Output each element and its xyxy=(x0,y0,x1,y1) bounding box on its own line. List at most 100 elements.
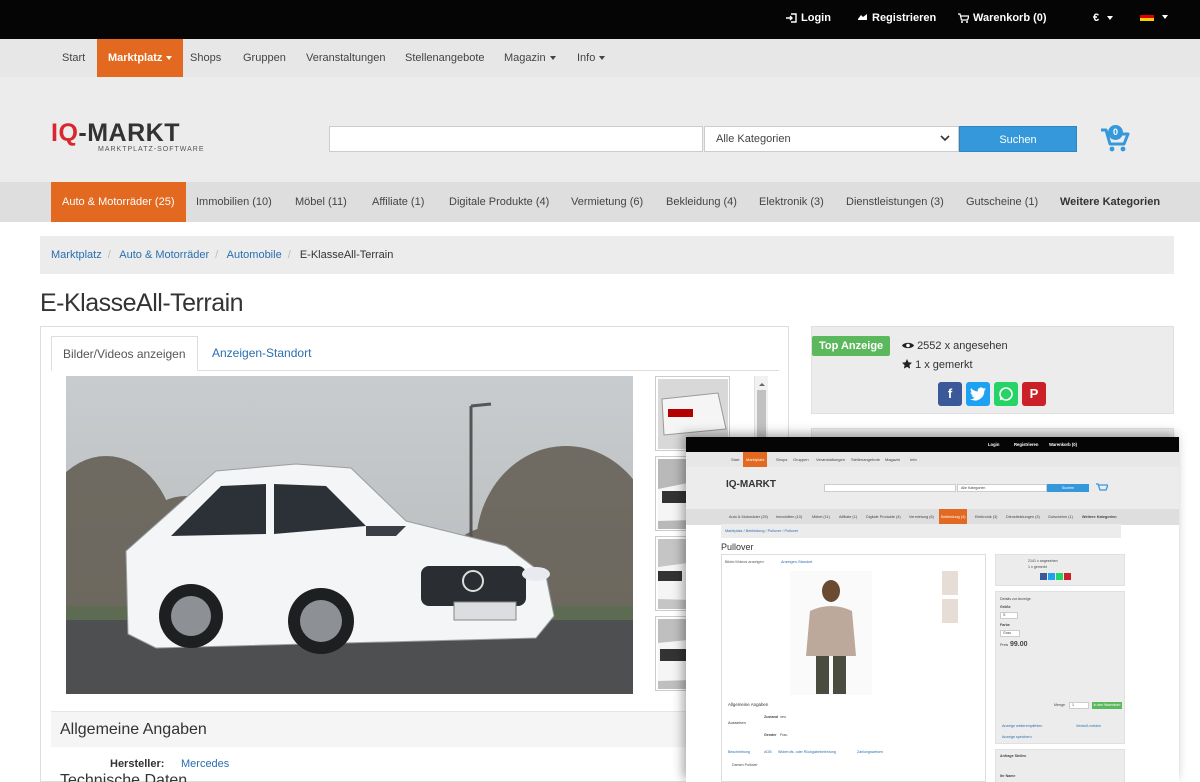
search-button[interactable]: Suchen xyxy=(959,126,1077,152)
category-bar: Auto & Motorräder (25) Immobilien (10) M… xyxy=(0,182,1200,222)
star-icon xyxy=(902,359,912,369)
category-select[interactable]: Alle Kategorien xyxy=(704,126,959,152)
logo[interactable]: IQ-MARKT MARKTPLATZ-SOFTWARE xyxy=(51,121,205,154)
category-more[interactable]: Weitere Kategorien xyxy=(1060,182,1160,222)
saved-stat: 1 x gemerkt xyxy=(902,359,973,371)
inset-category: Elektronik (3) xyxy=(975,515,998,519)
inset-nav-item: Gruppen xyxy=(793,457,809,462)
inset-nav-item-active: Marktplatz xyxy=(743,452,768,467)
nav-item-start[interactable]: Start xyxy=(62,39,85,77)
inset-category-bar: Auto & Motorräder (25) Immobilien (10) M… xyxy=(686,509,1179,525)
inset-stats-panel: 2141 x angesehen 1 x gemerkt xyxy=(995,554,1125,586)
category-digitale-produkte[interactable]: Digitale Produkte (4) xyxy=(449,182,549,222)
inset-title: Pullover xyxy=(721,542,754,552)
tab-location[interactable]: Anzeigen-Standort xyxy=(201,336,322,371)
inset-facebook-icon xyxy=(1040,573,1047,580)
category-auto[interactable]: Auto & Motorräder (25) xyxy=(51,182,186,222)
breadcrumb-marktplatz[interactable]: Marktplatz xyxy=(51,249,102,261)
inset-category: Weitere Kategorien xyxy=(1082,515,1117,519)
inset-whatsapp-icon xyxy=(1056,573,1063,580)
scrollbar-thumb[interactable] xyxy=(757,390,766,440)
inset-search-button: Suchen xyxy=(1047,484,1089,492)
category-elektronik[interactable]: Elektronik (3) xyxy=(759,182,824,222)
top-bar: Login Registrieren Warenkorb (0) € xyxy=(0,0,1200,39)
language-dropdown[interactable] xyxy=(1140,12,1168,21)
nav-item-info[interactable]: Info xyxy=(577,39,606,77)
register-label: Registrieren xyxy=(872,12,937,24)
manufacturer-label: Hersteller: xyxy=(110,758,165,770)
currency-dropdown[interactable]: € xyxy=(1093,12,1114,24)
inset-report-link: Verstoß melden xyxy=(1076,724,1102,728)
category-immobilien[interactable]: Immobilien (10) xyxy=(196,182,272,222)
inset-look-label: Aussehen xyxy=(728,720,746,725)
inset-quantity-input: 1 xyxy=(1069,702,1089,709)
twitter-icon[interactable] xyxy=(966,382,990,406)
inset-views: 2141 x angesehen xyxy=(1028,559,1058,563)
nav-item-marktplatz[interactable]: Marktplatz xyxy=(97,39,184,77)
nav-item-shops[interactable]: Shops xyxy=(190,39,221,77)
tab-images[interactable]: Bilder/Videos anzeigen xyxy=(51,336,198,371)
inset-quantity-label: Menge xyxy=(1054,703,1065,707)
breadcrumb-automobile[interactable]: Automobile xyxy=(227,249,282,261)
inset-thumbnail xyxy=(942,571,958,595)
inset-request-heading: Anfrage Stellen xyxy=(1000,754,1027,758)
breadcrumb: Marktplatz / Auto & Motorräder / Automobil… xyxy=(40,236,1174,274)
inset-name-label: Ihr Name xyxy=(1000,774,1016,778)
breadcrumb-auto[interactable]: Auto & Motorräder xyxy=(119,249,209,261)
top-listing-badge: Top Anzeige xyxy=(812,336,891,356)
facebook-icon[interactable]: f xyxy=(938,382,962,406)
category-vermietung[interactable]: Vermietung (6) xyxy=(571,182,643,222)
inset-gender-label: Gender xyxy=(764,733,777,737)
inset-saved: 1 x gemerkt xyxy=(1028,565,1047,569)
register-icon xyxy=(858,14,867,20)
nav-item-magazin[interactable]: Magazin xyxy=(504,39,556,77)
category-affiliate[interactable]: Affiliate (1) xyxy=(372,182,424,222)
inset-recommend-link: Anzeige weiterempfehlen xyxy=(1002,724,1043,728)
search-input[interactable] xyxy=(329,126,703,152)
views-count: 2552 x angesehen xyxy=(917,340,1008,352)
login-link[interactable]: Login xyxy=(786,12,831,24)
chevron-up-icon[interactable] xyxy=(755,379,769,389)
inset-nav-item: Veranstaltungen xyxy=(816,457,845,462)
nav-item-stellenangebote[interactable]: Stellenangebote xyxy=(405,39,485,77)
category-bekleidung[interactable]: Bekleidung (4) xyxy=(666,182,737,222)
cart-link[interactable]: Warenkorb (0) xyxy=(958,12,1047,24)
inset-description: Damen Pullover xyxy=(732,763,758,767)
inset-thumbnail xyxy=(942,599,958,623)
cart-label: Warenkorb (0) xyxy=(973,12,1047,24)
whatsapp-icon[interactable] xyxy=(994,382,1018,406)
inset-twitter-icon xyxy=(1048,573,1055,580)
nav-item-veranstaltungen[interactable]: Veranstaltungen xyxy=(306,39,386,77)
inset-category-select: Alle Kategorien xyxy=(957,484,1047,492)
nav-item-gruppen[interactable]: Gruppen xyxy=(243,39,286,77)
category-moebel[interactable]: Möbel (11) xyxy=(295,182,347,222)
pinterest-icon[interactable]: P xyxy=(1022,382,1046,406)
inset-breadcrumb: Marktplatz / Bekleidung / Pullover / Pul… xyxy=(721,524,1121,538)
saved-count: 1 x gemerkt xyxy=(915,359,973,371)
register-link[interactable]: Registrieren xyxy=(857,12,936,24)
main-listing-image[interactable] xyxy=(66,376,633,694)
category-gutscheine[interactable]: Gutscheine (1) xyxy=(966,182,1038,222)
inset-screenshot: Login Registrieren Warenkorb (0) Start M… xyxy=(686,437,1179,782)
inset-category: Dienstleistungen (3) xyxy=(1006,515,1040,519)
login-icon xyxy=(786,13,797,23)
inset-add-to-cart: In den Warenkorb xyxy=(1092,702,1122,709)
inset-price: 99.00 xyxy=(1010,641,1028,648)
inset-tab-withdrawal: Widerrufs- oder Rückgabebelehrung xyxy=(778,750,836,754)
inset-product-image xyxy=(790,571,872,695)
chevron-down-icon xyxy=(940,135,950,142)
category-dienstleistungen[interactable]: Dienstleistungen (3) xyxy=(846,182,944,222)
inset-color-label: Farbe xyxy=(1000,623,1010,627)
inset-tab-location: Anzeigen-Standort xyxy=(781,560,813,564)
inset-category-active: Bekleidung (4) xyxy=(939,509,968,525)
inset-tab-images: Bilder/Videos anzeigen xyxy=(725,560,764,564)
manufacturer-value[interactable]: Mercedes xyxy=(181,758,229,770)
inset-category: Affiliate (1) xyxy=(839,515,858,519)
inset-general-heading: Allgemeine Angaben xyxy=(728,702,769,707)
inset-size-select: S xyxy=(1000,612,1018,619)
inset-nav-item: Start xyxy=(731,457,740,462)
inset-category: Auto & Motorräder (25) xyxy=(729,515,768,519)
german-flag-icon xyxy=(1140,12,1154,21)
inset-details-panel: Details zur Anzeige Größe S Farbe Grau P… xyxy=(995,591,1125,744)
inset-price-label: Preis xyxy=(1000,643,1009,647)
